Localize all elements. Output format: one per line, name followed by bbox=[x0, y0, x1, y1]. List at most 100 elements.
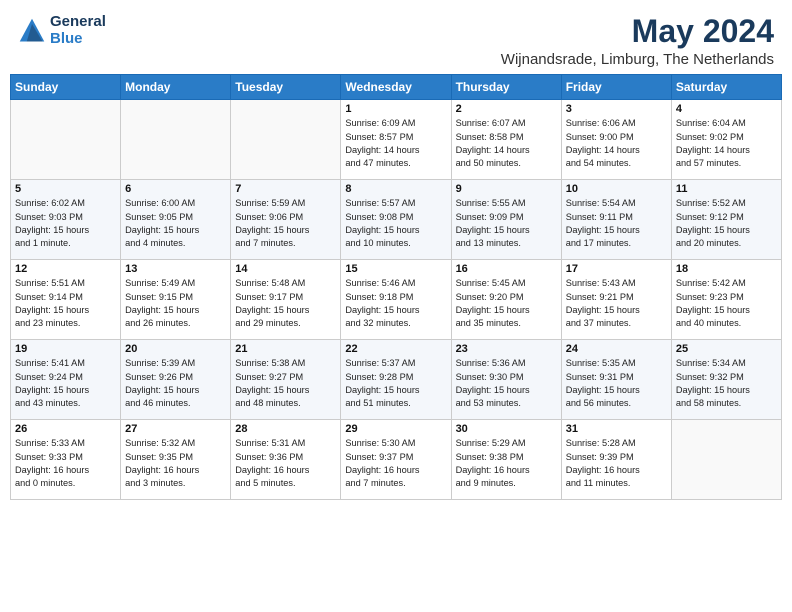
day-number: 11 bbox=[676, 183, 777, 195]
day-info: Sunrise: 5:38 AM Sunset: 9:27 PM Dayligh… bbox=[235, 357, 336, 410]
day-info: Sunrise: 5:32 AM Sunset: 9:35 PM Dayligh… bbox=[125, 437, 226, 490]
week-row-5: 26 Sunrise: 5:33 AM Sunset: 9:33 PM Dayli… bbox=[11, 420, 782, 500]
header: General Blue May 2024 Wijnandsrade, Limb… bbox=[0, 0, 792, 74]
week-row-4: 19 Sunrise: 5:41 AM Sunset: 9:24 PM Dayli… bbox=[11, 340, 782, 420]
week-row-2: 5 Sunrise: 6:02 AM Sunset: 9:03 PM Daylig… bbox=[11, 180, 782, 260]
day-number: 31 bbox=[566, 423, 667, 435]
day-number: 28 bbox=[235, 423, 336, 435]
day-info: Sunrise: 6:00 AM Sunset: 9:05 PM Dayligh… bbox=[125, 197, 226, 250]
calendar-cell: 5 Sunrise: 6:02 AM Sunset: 9:03 PM Daylig… bbox=[11, 180, 121, 260]
day-info: Sunrise: 5:48 AM Sunset: 9:17 PM Dayligh… bbox=[235, 277, 336, 330]
day-number: 18 bbox=[676, 263, 777, 275]
calendar-cell: 11 Sunrise: 5:52 AM Sunset: 9:12 PM Dayli… bbox=[671, 180, 781, 260]
day-number: 16 bbox=[456, 263, 557, 275]
day-info: Sunrise: 5:34 AM Sunset: 9:32 PM Dayligh… bbox=[676, 357, 777, 410]
calendar-cell: 22Sunrise: 5:37 AM Sunset: 9:28 PM Dayli… bbox=[341, 340, 451, 420]
calendar-cell: 14 Sunrise: 5:48 AM Sunset: 9:17 PM Dayli… bbox=[231, 260, 341, 340]
calendar-cell: 27Sunrise: 5:32 AM Sunset: 9:35 PM Dayli… bbox=[121, 420, 231, 500]
day-info: Sunrise: 5:42 AM Sunset: 9:23 PM Dayligh… bbox=[676, 277, 777, 330]
day-number: 10 bbox=[566, 183, 667, 195]
logo: General Blue bbox=[18, 14, 106, 47]
day-info: Sunrise: 6:07 AM Sunset: 8:58 PM Dayligh… bbox=[456, 117, 557, 170]
calendar-cell: 26 Sunrise: 5:33 AM Sunset: 9:33 PM Dayli… bbox=[11, 420, 121, 500]
day-info: Sunrise: 5:51 AM Sunset: 9:14 PM Dayligh… bbox=[15, 277, 116, 330]
day-info: Sunrise: 5:43 AM Sunset: 9:21 PM Dayligh… bbox=[566, 277, 667, 330]
day-info: Sunrise: 5:55 AM Sunset: 9:09 PM Dayligh… bbox=[456, 197, 557, 250]
day-info: Sunrise: 5:52 AM Sunset: 9:12 PM Dayligh… bbox=[676, 197, 777, 250]
calendar-cell: 24Sunrise: 5:35 AM Sunset: 9:31 PM Dayli… bbox=[561, 340, 671, 420]
calendar-cell: 20Sunrise: 5:39 AM Sunset: 9:26 PM Dayli… bbox=[121, 340, 231, 420]
day-info: Sunrise: 5:54 AM Sunset: 9:11 PM Dayligh… bbox=[566, 197, 667, 250]
calendar-cell: 19 Sunrise: 5:41 AM Sunset: 9:24 PM Dayli… bbox=[11, 340, 121, 420]
calendar-cell bbox=[671, 420, 781, 500]
day-info: Sunrise: 6:02 AM Sunset: 9:03 PM Dayligh… bbox=[15, 197, 116, 250]
day-number: 23 bbox=[456, 343, 557, 355]
calendar-cell bbox=[231, 100, 341, 180]
day-info: Sunrise: 5:57 AM Sunset: 9:08 PM Dayligh… bbox=[345, 197, 446, 250]
calendar-cell: 12 Sunrise: 5:51 AM Sunset: 9:14 PM Dayli… bbox=[11, 260, 121, 340]
calendar-cell: 30 Sunrise: 5:29 AM Sunset: 9:38 PM Dayli… bbox=[451, 420, 561, 500]
day-info: Sunrise: 5:36 AM Sunset: 9:30 PM Dayligh… bbox=[456, 357, 557, 410]
day-number: 22 bbox=[345, 343, 446, 355]
day-info: Sunrise: 5:39 AM Sunset: 9:26 PM Dayligh… bbox=[125, 357, 226, 410]
calendar-table: SundayMondayTuesdayWednesdayThursdayFrid… bbox=[10, 74, 782, 500]
day-info: Sunrise: 5:31 AM Sunset: 9:36 PM Dayligh… bbox=[235, 437, 336, 490]
day-number: 26 bbox=[15, 423, 116, 435]
day-number: 2 bbox=[456, 103, 557, 115]
page: General Blue May 2024 Wijnandsrade, Limb… bbox=[0, 0, 792, 612]
day-number: 25 bbox=[676, 343, 777, 355]
calendar-cell: 21Sunrise: 5:38 AM Sunset: 9:27 PM Dayli… bbox=[231, 340, 341, 420]
calendar-cell: 6 Sunrise: 6:00 AM Sunset: 9:05 PM Daylig… bbox=[121, 180, 231, 260]
calendar-cell: 16Sunrise: 5:45 AM Sunset: 9:20 PM Dayli… bbox=[451, 260, 561, 340]
col-header-wednesday: Wednesday bbox=[341, 75, 451, 100]
calendar-cell: 18 Sunrise: 5:42 AM Sunset: 9:23 PM Dayli… bbox=[671, 260, 781, 340]
day-number: 12 bbox=[15, 263, 116, 275]
day-number: 29 bbox=[345, 423, 446, 435]
day-number: 5 bbox=[15, 183, 116, 195]
day-number: 19 bbox=[15, 343, 116, 355]
calendar-cell: 23 Sunrise: 5:36 AM Sunset: 9:30 PM Dayli… bbox=[451, 340, 561, 420]
calendar-cell: 29 Sunrise: 5:30 AM Sunset: 9:37 PM Dayli… bbox=[341, 420, 451, 500]
week-row-1: 1 Sunrise: 6:09 AM Sunset: 8:57 PM Daylig… bbox=[11, 100, 782, 180]
calendar-cell: 1 Sunrise: 6:09 AM Sunset: 8:57 PM Daylig… bbox=[341, 100, 451, 180]
day-number: 1 bbox=[345, 103, 446, 115]
calendar-cell: 13 Sunrise: 5:49 AM Sunset: 9:15 PM Dayli… bbox=[121, 260, 231, 340]
calendar-cell bbox=[11, 100, 121, 180]
day-info: Sunrise: 6:09 AM Sunset: 8:57 PM Dayligh… bbox=[345, 117, 446, 170]
day-number: 14 bbox=[235, 263, 336, 275]
day-number: 24 bbox=[566, 343, 667, 355]
calendar: SundayMondayTuesdayWednesdayThursdayFrid… bbox=[0, 74, 792, 612]
day-number: 3 bbox=[566, 103, 667, 115]
day-info: Sunrise: 5:30 AM Sunset: 9:37 PM Dayligh… bbox=[345, 437, 446, 490]
col-header-tuesday: Tuesday bbox=[231, 75, 341, 100]
calendar-cell: 15Sunrise: 5:46 AM Sunset: 9:18 PM Dayli… bbox=[341, 260, 451, 340]
day-info: Sunrise: 5:49 AM Sunset: 9:15 PM Dayligh… bbox=[125, 277, 226, 330]
logo-icon bbox=[18, 17, 46, 45]
title-area: May 2024 Wijnandsrade, Limburg, The Neth… bbox=[501, 14, 774, 68]
logo-text: General Blue bbox=[50, 14, 106, 47]
calendar-cell: 2 Sunrise: 6:07 AM Sunset: 8:58 PM Daylig… bbox=[451, 100, 561, 180]
col-header-thursday: Thursday bbox=[451, 75, 561, 100]
calendar-cell: 17 Sunrise: 5:43 AM Sunset: 9:21 PM Dayli… bbox=[561, 260, 671, 340]
day-info: Sunrise: 6:04 AM Sunset: 9:02 PM Dayligh… bbox=[676, 117, 777, 170]
day-number: 6 bbox=[125, 183, 226, 195]
week-row-3: 12 Sunrise: 5:51 AM Sunset: 9:14 PM Dayli… bbox=[11, 260, 782, 340]
location: Wijnandsrade, Limburg, The Netherlands bbox=[501, 51, 774, 68]
day-info: Sunrise: 5:29 AM Sunset: 9:38 PM Dayligh… bbox=[456, 437, 557, 490]
col-header-friday: Friday bbox=[561, 75, 671, 100]
day-number: 4 bbox=[676, 103, 777, 115]
day-number: 17 bbox=[566, 263, 667, 275]
col-header-saturday: Saturday bbox=[671, 75, 781, 100]
day-info: Sunrise: 5:28 AM Sunset: 9:39 PM Dayligh… bbox=[566, 437, 667, 490]
day-info: Sunrise: 5:33 AM Sunset: 9:33 PM Dayligh… bbox=[15, 437, 116, 490]
day-info: Sunrise: 5:41 AM Sunset: 9:24 PM Dayligh… bbox=[15, 357, 116, 410]
day-number: 30 bbox=[456, 423, 557, 435]
day-number: 8 bbox=[345, 183, 446, 195]
col-header-sunday: Sunday bbox=[11, 75, 121, 100]
calendar-cell: 9Sunrise: 5:55 AM Sunset: 9:09 PM Daylig… bbox=[451, 180, 561, 260]
day-number: 15 bbox=[345, 263, 446, 275]
header-row: SundayMondayTuesdayWednesdayThursdayFrid… bbox=[11, 75, 782, 100]
logo-blue: Blue bbox=[50, 31, 106, 48]
calendar-cell: 25 Sunrise: 5:34 AM Sunset: 9:32 PM Dayli… bbox=[671, 340, 781, 420]
day-number: 13 bbox=[125, 263, 226, 275]
